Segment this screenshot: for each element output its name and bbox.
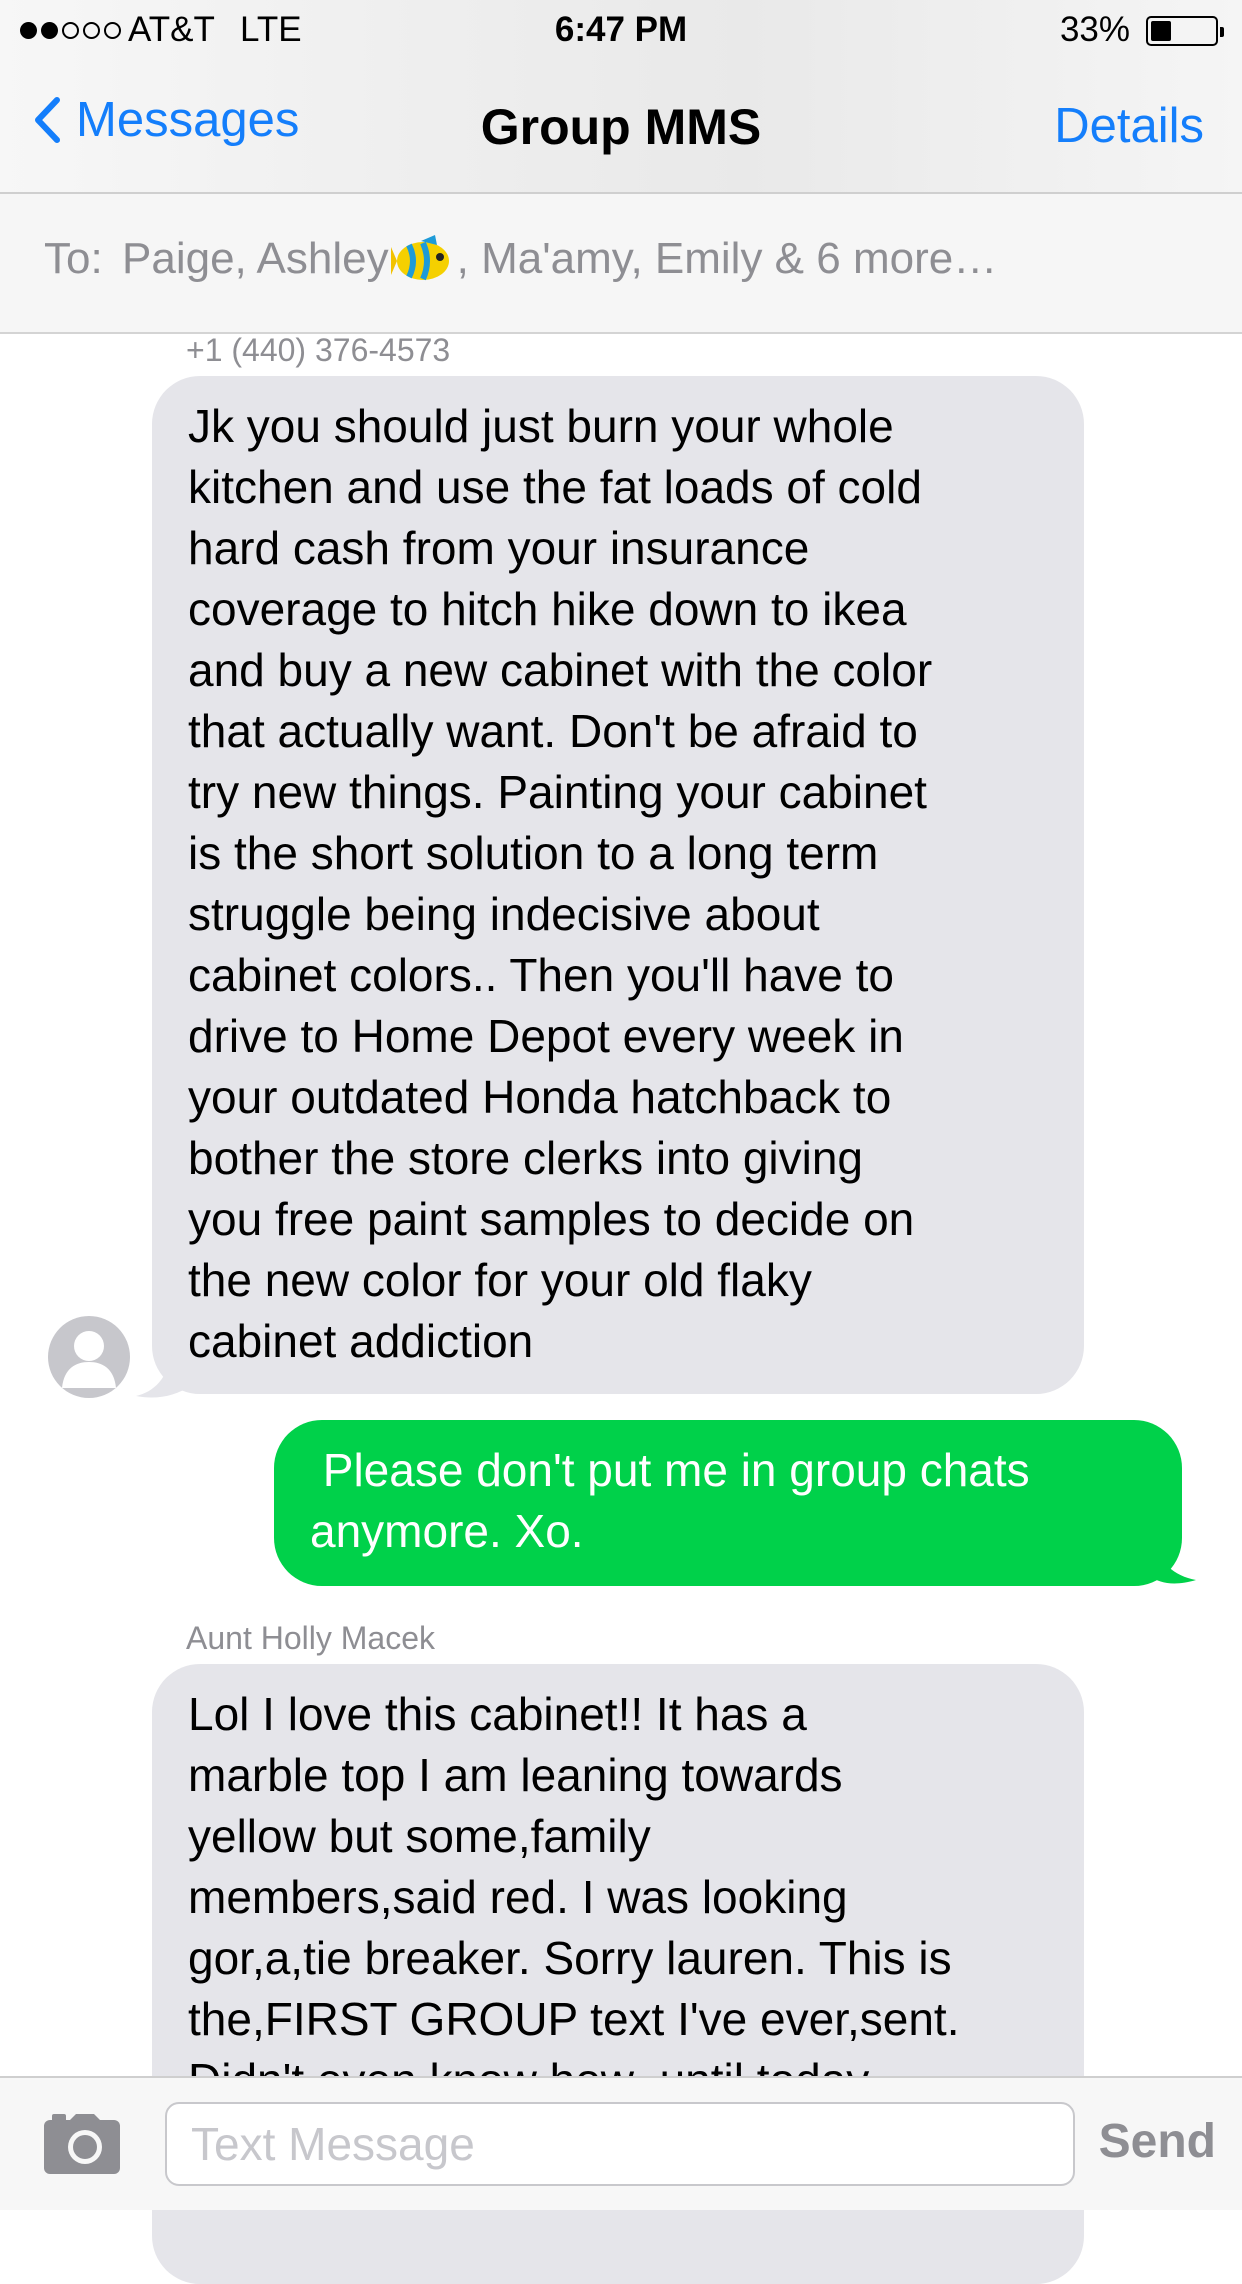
message-text-line: yellow but some,family xyxy=(188,1810,651,1862)
message-text-line: cabinet colors.. Then you'll have to xyxy=(188,949,895,1001)
to-label: To: xyxy=(44,234,103,283)
outgoing-message-bubble[interactable]: Please don't put me in group chats anymor… xyxy=(274,1420,1182,1586)
message-text-line: marble top I am leaning towards xyxy=(188,1749,843,1801)
message-text-line: the new color for your old flaky xyxy=(188,1254,812,1306)
message-text-line: anymore. Xo. xyxy=(310,1505,584,1557)
bubble-tail xyxy=(136,1352,190,1398)
battery-level-fill xyxy=(1151,21,1171,41)
navigation-bar: Messages Group MMS Details xyxy=(0,64,1242,192)
message-text-line: bother the store clerks into giving xyxy=(188,1132,864,1184)
battery-percent: 33% xyxy=(1059,10,1130,49)
message-text-line: coverage to hitch hike down to ikea xyxy=(188,583,907,635)
message-text-line: Please don't put me in group chats xyxy=(310,1444,1030,1496)
camera-icon xyxy=(44,2114,120,2174)
recipient-names-end: , Ma'amy, Emily & 6 more… xyxy=(456,234,998,283)
message-text-line: struggle being indecisive about xyxy=(188,888,820,940)
message-text-line: try new things. Painting your cabinet xyxy=(188,766,927,818)
message-text-line: is the short solution to a long term xyxy=(188,827,879,879)
message-text-line: your outdated Honda hatchback to xyxy=(188,1071,892,1123)
send-button[interactable]: Send xyxy=(1099,2114,1216,2169)
message-sender: Aunt Holly Macek xyxy=(186,1620,435,1656)
message-text-line: hard cash from your insurance xyxy=(188,522,810,574)
avatar[interactable] xyxy=(48,1316,130,1398)
battery-icon xyxy=(1146,16,1224,46)
message-text-line: drive to Home Depot every week in xyxy=(188,1010,904,1062)
clock: 6:47 PM xyxy=(554,10,688,49)
details-button[interactable]: Details xyxy=(1054,98,1204,154)
tropical-fish-icon xyxy=(390,235,449,281)
bubble-tail xyxy=(1150,1540,1196,1584)
message-text-line: you free paint samples to decide on xyxy=(188,1193,915,1245)
message-input[interactable] xyxy=(165,2102,1075,2186)
message-text-line: members,said red. I was looking xyxy=(188,1871,848,1923)
incoming-message-bubble[interactable]: Jk you should just burn your whole kitche… xyxy=(152,376,1084,1394)
message-sender: +1 (440) 376-4573 xyxy=(186,332,451,368)
person-silhouette-icon xyxy=(62,1331,116,1388)
status-bar: AT&T LTE 6:47 PM 33% xyxy=(0,0,1242,64)
message-text-line: kitchen and use the fat loads of cold xyxy=(188,461,922,513)
recipients-bar[interactable]: To: Paige, Ashley , Ma'amy, Emily & 6 mo… xyxy=(0,194,1242,334)
camera-button[interactable] xyxy=(44,2114,120,2179)
recipient-names-start: Paige, Ashley xyxy=(122,234,389,283)
top-bar: AT&T LTE 6:47 PM 33% Messages Group MMS … xyxy=(0,0,1242,194)
recipient-names: Paige, Ashley , Ma'amy, Emily & 6 more… xyxy=(122,234,997,287)
message-text-line: that actually want. Don't be afraid to xyxy=(188,705,918,757)
message-text-line: Jk you should just burn your whole xyxy=(188,400,894,452)
message-text-line: the,FIRST GROUP text I've ever,sent. xyxy=(188,1993,960,2045)
message-composer: Send xyxy=(0,2076,1242,2210)
message-text-line: Lol I love this cabinet!! It has a xyxy=(188,1688,807,1740)
message-text-line: cabinet addiction xyxy=(188,1315,534,1367)
message-text-line: gor,a,tie breaker. Sorry lauren. This is xyxy=(188,1932,952,1984)
message-text-line: and buy a new cabinet with the color xyxy=(188,644,933,696)
